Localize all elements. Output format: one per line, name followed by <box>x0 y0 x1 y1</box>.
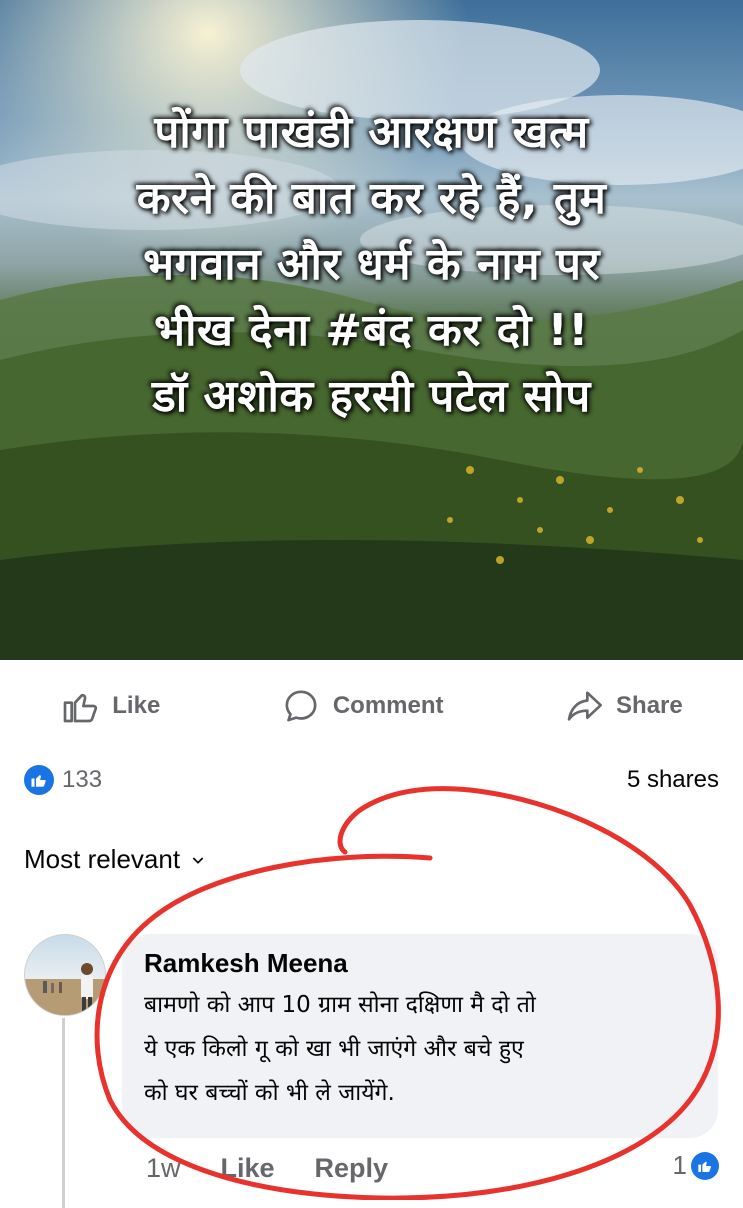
comment-sort-dropdown[interactable]: Most relevant <box>24 844 206 875</box>
like-reaction-icon <box>691 1151 719 1180</box>
sort-label: Most relevant <box>24 844 181 874</box>
comment-label: Comment <box>332 692 444 719</box>
overlay-line: करने की बात कर रहे हैं, तुम <box>136 173 607 224</box>
share-label: Share <box>616 692 683 719</box>
chevron-down-icon <box>192 856 204 864</box>
post-action-bar: Like Comment Share <box>0 676 743 736</box>
comment-button[interactable]: Comment <box>281 686 444 726</box>
overlay-line: डॉ अशोक हरसी पटेल सोप <box>152 371 591 422</box>
avatar-photo <box>25 963 105 1015</box>
comment-time[interactable]: 1w <box>146 1153 181 1184</box>
reaction-summary[interactable]: 133 <box>24 765 102 795</box>
avatar[interactable] <box>24 934 106 1016</box>
shares-count[interactable]: 5 shares <box>627 766 719 794</box>
like-button[interactable]: Like <box>60 686 160 726</box>
overlay-line: भगवान और धर्म के नाम पर <box>143 239 600 290</box>
comment-thread-line <box>62 1018 65 1208</box>
post-stats: 133 5 shares <box>24 762 719 798</box>
comment-text-line: बामणो को आप 10 ग्राम सोना दक्षिणा मै दो … <box>144 992 536 1018</box>
like-reaction-icon <box>24 765 54 795</box>
comment-author[interactable]: Ramkesh Meena <box>144 948 696 979</box>
comment-reply-button[interactable]: Reply <box>315 1153 389 1184</box>
post-overlay-text: पोंगा पाखंडी आरक्षण खत्म करने की बात कर … <box>10 100 733 430</box>
post-image[interactable]: पोंगा पाखंडी आरक्षण खत्म करने की बात कर … <box>0 0 743 660</box>
share-button[interactable]: Share <box>564 686 683 726</box>
share-arrow-icon <box>567 691 603 721</box>
comment-reaction-count[interactable]: 1 <box>673 1150 719 1181</box>
comment-actions: 1w Like Reply <box>146 1148 388 1188</box>
comment-bubble[interactable]: Ramkesh Meena बामणो को आप 10 ग्राम सोना … <box>122 934 718 1138</box>
comment-text-line: ये एक किलो गू को खा भी जाएंगे और बचे हुए <box>144 1036 524 1062</box>
comment-like-count: 1 <box>672 1150 687 1180</box>
reaction-count: 133 <box>62 766 103 793</box>
like-label: Like <box>112 692 161 719</box>
comment-text-line: को घर बच्चों को भी ले जायेंगे. <box>144 1080 395 1106</box>
comment-like-button[interactable]: Like <box>221 1153 275 1184</box>
thumbs-up-icon <box>63 693 98 723</box>
overlay-line: भीख देना #बंद कर दो !! <box>154 305 589 356</box>
comment-text: बामणो को आप 10 ग्राम सोना दक्षिणा मै दो … <box>144 983 696 1115</box>
comment-bubble-icon <box>285 690 317 722</box>
overlay-line: पोंगा पाखंडी आरक्षण खत्म <box>154 107 589 158</box>
